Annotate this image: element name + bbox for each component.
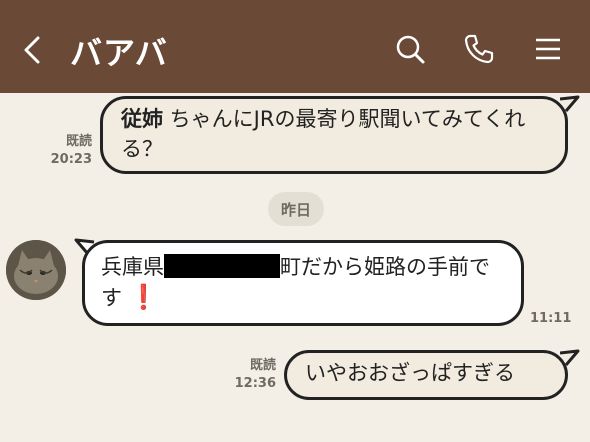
avatar[interactable] <box>6 240 66 300</box>
message-text: 兵庫県 <box>101 255 164 279</box>
phone-icon[interactable] <box>463 33 495 65</box>
message-bubble[interactable]: 兵庫県 町だから姫路の手前です ❗ <box>82 240 524 326</box>
message-text: ちゃんにJRの最寄り駅聞いてみてくれる？ <box>121 107 526 161</box>
redacted-text <box>164 254 280 278</box>
search-icon[interactable] <box>394 33 426 65</box>
message-bubble[interactable]: 従姉 ちゃんにJRの最寄り駅聞いてみてくれる？ <box>100 96 568 174</box>
exclamation-emoji: ❗ <box>128 283 159 311</box>
message-time: 20:23 <box>50 152 92 167</box>
date-separator: 昨日 <box>268 192 324 226</box>
message-meta: 既読 12:36 <box>226 357 276 393</box>
menu-icon[interactable] <box>532 33 564 65</box>
read-receipt: 既読 <box>249 358 276 373</box>
bubble-tail <box>560 349 580 366</box>
message-time: 12:36 <box>234 376 276 391</box>
chat-header: バアバ <box>0 0 590 93</box>
bubble-tail <box>560 95 580 112</box>
message-meta: 既読 20:23 <box>44 133 92 169</box>
message-bubble[interactable]: いやおおざっぱすぎる <box>284 350 568 400</box>
message-time: 11:11 <box>530 311 572 326</box>
message-text: いやおおざっぱすぎる <box>305 361 515 385</box>
chat-title: バアバ <box>70 34 168 72</box>
mentioned-name: 従姉 <box>121 107 163 131</box>
back-arrow-icon[interactable] <box>22 36 42 64</box>
cat-avatar-icon <box>6 240 66 300</box>
read-receipt: 既読 <box>65 134 92 149</box>
